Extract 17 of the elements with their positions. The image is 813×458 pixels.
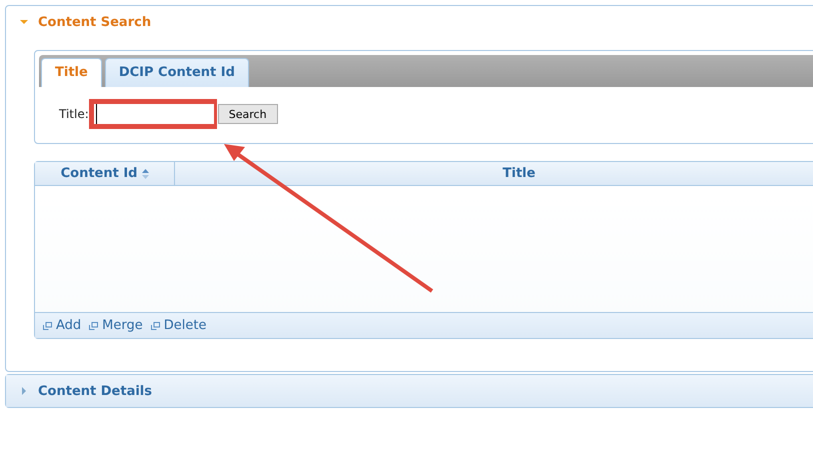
- field-label: Title:: [59, 107, 89, 121]
- window-icon: [89, 322, 98, 330]
- input-field[interactable]: [88, 99, 217, 129]
- action-link[interactable]: Delete: [150, 318, 206, 333]
- search-button[interactable]: Search: [218, 104, 278, 124]
- action-link[interactable]: Add: [43, 318, 82, 333]
- panel-title: Content Details: [38, 384, 152, 398]
- panel-header[interactable]: Content Details: [6, 375, 813, 407]
- tab[interactable]: Title: [41, 58, 102, 87]
- column-header[interactable]: Content Id: [35, 162, 176, 185]
- window-icon: [150, 322, 160, 330]
- column-header[interactable]: Title: [175, 162, 813, 185]
- tab[interactable]: DCIP Content Id: [104, 58, 249, 87]
- action-link[interactable]: Merge: [89, 318, 143, 333]
- panel-title: Content Search: [38, 14, 152, 30]
- window-icon: [43, 322, 52, 330]
- panel-header[interactable]: Content Search: [6, 6, 813, 38]
